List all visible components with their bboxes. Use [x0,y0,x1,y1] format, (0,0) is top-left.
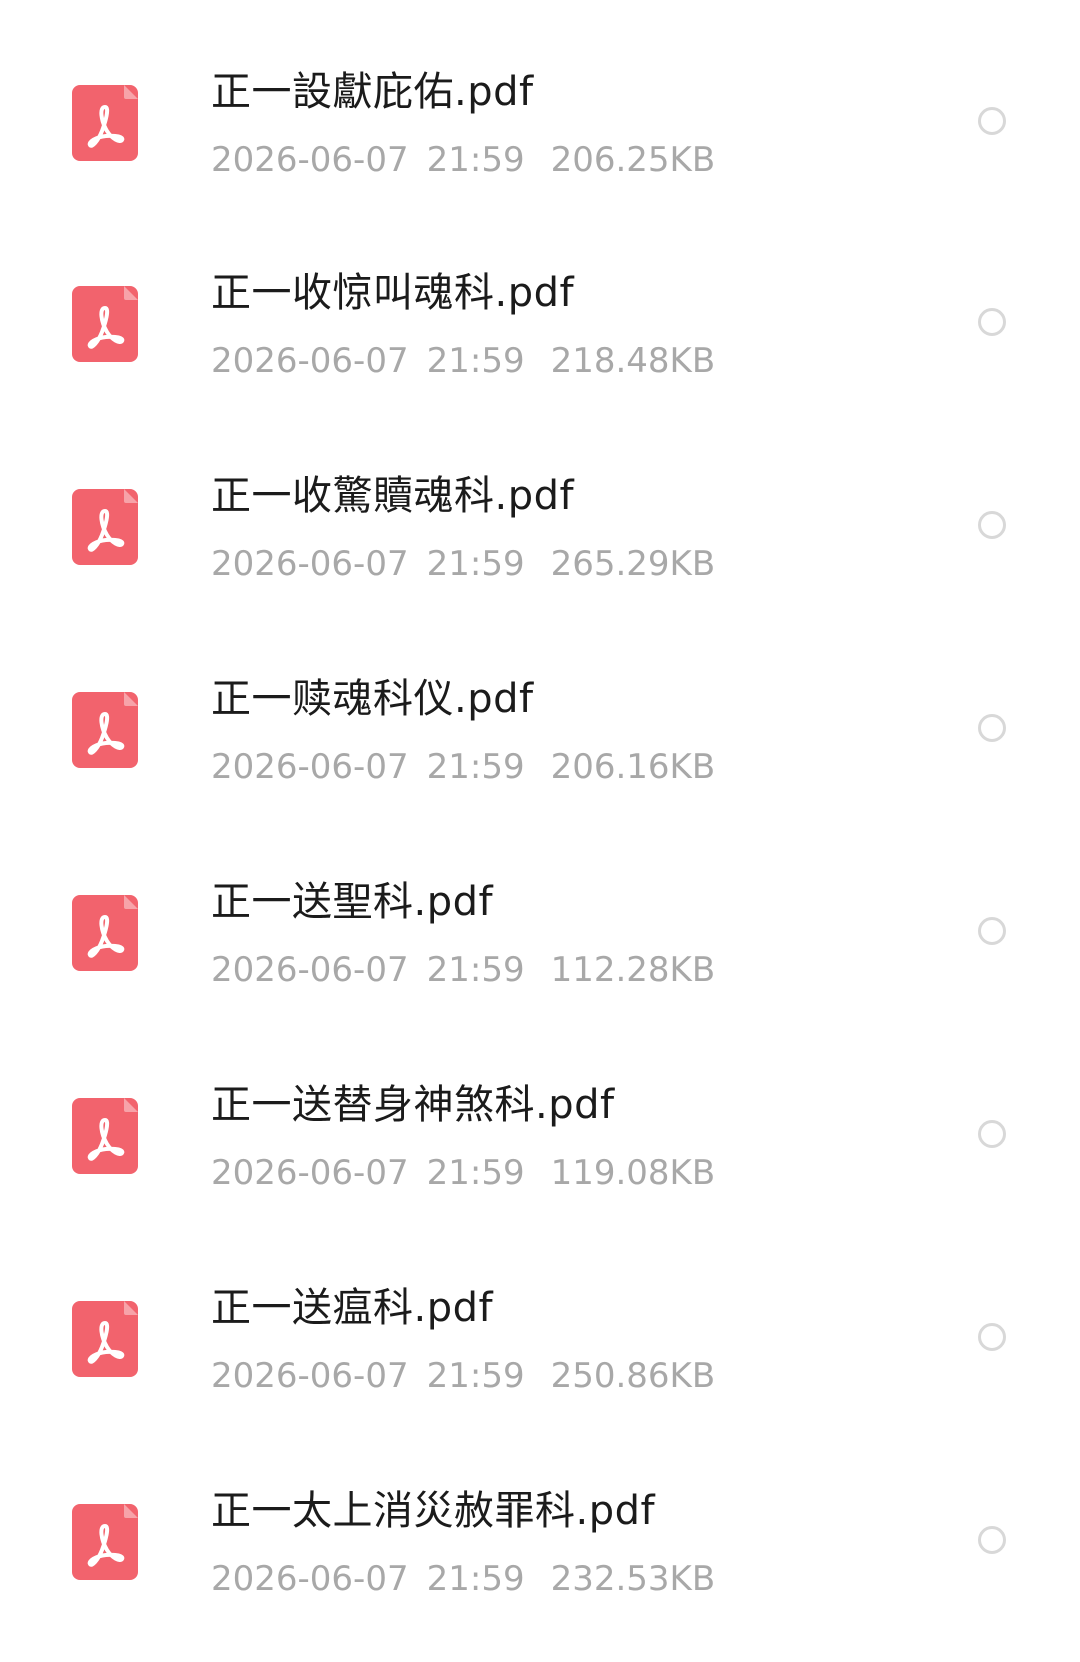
file-time: 21:59 [426,950,525,990]
file-date: 2026-06-07 [211,950,409,990]
file-time: 21:59 [426,140,525,180]
file-meta: 2026-06-07 21:59 206.16KB [211,747,715,787]
file-name: 正一送聖科.pdf [211,879,494,925]
file-item[interactable]: 正一赎魂科仪.pdf 2026-06-07 21:59 206.16KB [0,629,1080,833]
file-size: 232.53KB [550,1559,716,1599]
file-meta: 2026-06-07 21:59 250.86KB [211,1356,715,1396]
file-name: 正一收惊叫魂科.pdf [211,270,575,316]
select-radio-icon[interactable] [978,917,1006,945]
file-time: 21:59 [426,341,525,381]
file-size: 206.16KB [550,747,716,787]
file-name: 正一赎魂科仪.pdf [211,676,534,722]
file-date: 2026-06-07 [211,747,409,787]
file-item[interactable]: 正一送替身神煞科.pdf 2026-06-07 21:59 119.08KB [0,1035,1080,1239]
file-size: 206.25KB [550,140,716,180]
pdf-icon [72,489,138,565]
file-date: 2026-06-07 [211,341,409,381]
file-size: 250.86KB [550,1356,716,1396]
file-name: 正一送瘟科.pdf [211,1285,494,1331]
file-meta: 2026-06-07 21:59 232.53KB [211,1559,715,1599]
file-time: 21:59 [426,1153,525,1193]
file-item[interactable]: 正一設獻庇佑.pdf 2026-06-07 21:59 206.25KB [0,20,1080,224]
select-radio-icon[interactable] [978,714,1006,742]
file-meta: 2026-06-07 21:59 265.29KB [211,544,715,584]
select-radio-icon[interactable] [978,308,1006,336]
file-time: 21:59 [426,747,525,787]
pdf-icon [72,1504,138,1580]
pdf-icon [72,286,138,362]
pdf-icon [72,692,138,768]
pdf-icon [72,895,138,971]
file-name: 正一收驚贖魂科.pdf [211,473,575,519]
file-item[interactable]: 正一收驚贖魂科.pdf 2026-06-07 21:59 265.29KB [0,426,1080,630]
file-size: 119.08KB [550,1153,716,1193]
select-radio-icon[interactable] [978,1120,1006,1148]
file-name: 正一設獻庇佑.pdf [211,69,534,115]
file-item[interactable]: 正一送聖科.pdf 2026-06-07 21:59 112.28KB [0,832,1080,1036]
file-date: 2026-06-07 [211,140,409,180]
file-name: 正一太上消災赦罪科.pdf [211,1488,656,1534]
file-time: 21:59 [426,544,525,584]
file-meta: 2026-06-07 21:59 119.08KB [211,1153,715,1193]
select-radio-icon[interactable] [978,1323,1006,1351]
pdf-icon [72,1098,138,1174]
select-radio-icon[interactable] [978,511,1006,539]
file-item[interactable]: 正一太上消災赦罪科.pdf 2026-06-07 21:59 232.53KB [0,1441,1080,1645]
file-time: 21:59 [426,1559,525,1599]
file-item[interactable]: 正一收惊叫魂科.pdf 2026-06-07 21:59 218.48KB [0,223,1080,427]
pdf-icon [72,85,138,161]
file-size: 112.28KB [550,950,716,990]
file-name: 正一送替身神煞科.pdf [211,1082,615,1128]
file-meta: 2026-06-07 21:59 218.48KB [211,341,715,381]
pdf-icon [72,1301,138,1377]
file-meta: 2026-06-07 21:59 206.25KB [211,140,715,180]
select-radio-icon[interactable] [978,1526,1006,1554]
file-list: 正一設獻庇佑.pdf 2026-06-07 21:59 206.25KB 正一收惊叫… [0,0,1080,1662]
file-item[interactable]: 正一送瘟科.pdf 2026-06-07 21:59 250.86KB [0,1238,1080,1442]
file-date: 2026-06-07 [211,1559,409,1599]
select-radio-icon[interactable] [978,107,1006,135]
file-size: 218.48KB [550,341,716,381]
file-size: 265.29KB [550,544,716,584]
file-time: 21:59 [426,1356,525,1396]
file-date: 2026-06-07 [211,1356,409,1396]
file-date: 2026-06-07 [211,1153,409,1193]
file-date: 2026-06-07 [211,544,409,584]
file-meta: 2026-06-07 21:59 112.28KB [211,950,715,990]
